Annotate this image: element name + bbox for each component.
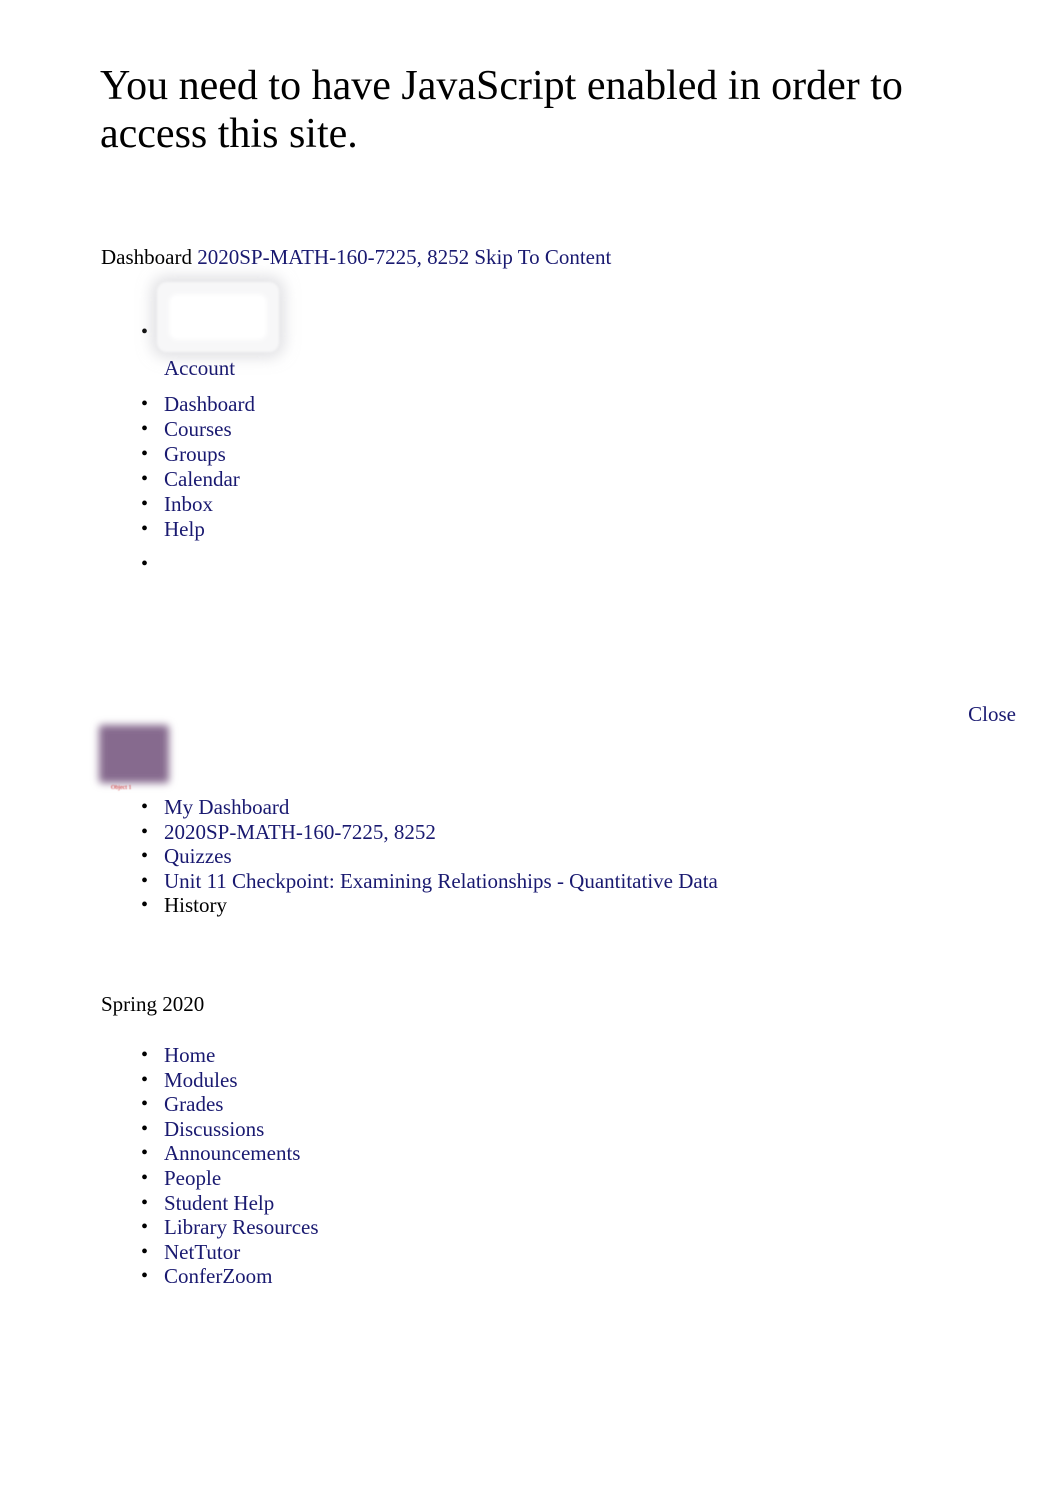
global-nav-label-calendar[interactable]: Calendar	[164, 467, 240, 491]
course-nav-label-nettutor[interactable]: NetTutor	[164, 1240, 240, 1264]
course-nav-label-discussions[interactable]: Discussions	[164, 1117, 264, 1141]
breadcrumb-label-history: History	[164, 893, 227, 917]
breadcrumb: My Dashboard 2020SP-MATH-160-7225, 8252 …	[100, 795, 960, 918]
course-nav-label-conferzoom[interactable]: ConferZoom	[164, 1264, 272, 1288]
course-nav-label-modules[interactable]: Modules	[164, 1068, 238, 1092]
list-item	[100, 552, 500, 577]
course-navigation-list: Home Modules Grades Discussions Announce…	[100, 1043, 600, 1289]
course-nav-label-people[interactable]: People	[164, 1166, 221, 1190]
breadcrumb-item-my-dashboard[interactable]: My Dashboard	[100, 795, 960, 820]
course-nav-item-library-resources[interactable]: Library Resources	[100, 1215, 600, 1240]
top-course-link[interactable]: 2020SP-MATH-160-7225, 8252	[197, 245, 469, 269]
breadcrumb-item-course[interactable]: 2020SP-MATH-160-7225, 8252	[100, 820, 960, 845]
global-nav-item-courses[interactable]: Courses	[100, 417, 600, 442]
breadcrumb-link-quiz[interactable]: Unit 11 Checkpoint: Examining Relationsh…	[164, 869, 718, 893]
global-nav-label-inbox[interactable]: Inbox	[164, 492, 213, 516]
global-nav-item-account[interactable]: Account	[100, 282, 600, 392]
course-nav-label-home[interactable]: Home	[164, 1043, 215, 1067]
close-button[interactable]: Close	[968, 702, 1016, 727]
global-nav-label-dashboard[interactable]: Dashboard	[164, 392, 255, 416]
empty-list	[100, 552, 500, 577]
global-nav-item-calendar[interactable]: Calendar	[100, 467, 600, 492]
course-nav-item-nettutor[interactable]: NetTutor	[100, 1240, 600, 1265]
global-nav-item-help[interactable]: Help	[100, 517, 600, 542]
skip-to-content-link[interactable]: Skip To Content	[474, 245, 611, 269]
top-dashboard-label: Dashboard	[101, 245, 192, 269]
breadcrumb-item-quizzes[interactable]: Quizzes	[100, 844, 960, 869]
global-nav-label-groups[interactable]: Groups	[164, 442, 226, 466]
course-nav-item-student-help[interactable]: Student Help	[100, 1191, 600, 1216]
course-nav-item-people[interactable]: People	[100, 1166, 600, 1191]
course-nav-item-announcements[interactable]: Announcements	[100, 1141, 600, 1166]
top-breadcrumb-row: Dashboard 2020SP-MATH-160-7225, 8252 Ski…	[101, 245, 611, 270]
course-nav-item-home[interactable]: Home	[100, 1043, 600, 1068]
breadcrumb-item-history: History	[100, 893, 960, 918]
course-term-label: Spring 2020	[101, 992, 205, 1016]
javascript-required-heading: You need to have JavaScript enabled in o…	[100, 63, 903, 157]
global-nav-label-account[interactable]: Account	[164, 356, 235, 381]
course-nav-item-discussions[interactable]: Discussions	[100, 1117, 600, 1142]
course-nav-label-grades[interactable]: Grades	[164, 1092, 223, 1116]
global-nav-label-help[interactable]: Help	[164, 517, 205, 541]
object-thumbnail-icon	[99, 725, 169, 783]
course-nav-label-announcements[interactable]: Announcements	[164, 1141, 300, 1165]
object-caption-label: Object 1	[111, 785, 132, 791]
course-nav-item-modules[interactable]: Modules	[100, 1068, 600, 1093]
global-nav-item-inbox[interactable]: Inbox	[100, 492, 600, 517]
breadcrumb-link-my-dashboard[interactable]: My Dashboard	[164, 795, 289, 819]
breadcrumb-link-quizzes[interactable]: Quizzes	[164, 844, 232, 868]
course-nav-item-conferzoom[interactable]: ConferZoom	[100, 1264, 600, 1289]
course-nav-label-library-resources[interactable]: Library Resources	[164, 1215, 319, 1239]
global-nav-item-dashboard[interactable]: Dashboard	[100, 392, 600, 417]
course-nav-item-grades[interactable]: Grades	[100, 1092, 600, 1117]
global-nav-item-groups[interactable]: Groups	[100, 442, 600, 467]
course-nav-label-student-help[interactable]: Student Help	[164, 1191, 274, 1215]
user-avatar-icon[interactable]	[157, 282, 279, 352]
global-navigation-list: Account Dashboard Courses Groups Calenda…	[100, 282, 600, 542]
broken-object-placeholder: Object 1	[99, 725, 171, 801]
global-nav-label-courses[interactable]: Courses	[164, 417, 232, 441]
breadcrumb-link-course[interactable]: 2020SP-MATH-160-7225, 8252	[164, 820, 436, 844]
page-root: You need to have JavaScript enabled in o…	[0, 0, 1062, 1506]
breadcrumb-item-quiz[interactable]: Unit 11 Checkpoint: Examining Relationsh…	[100, 869, 960, 894]
